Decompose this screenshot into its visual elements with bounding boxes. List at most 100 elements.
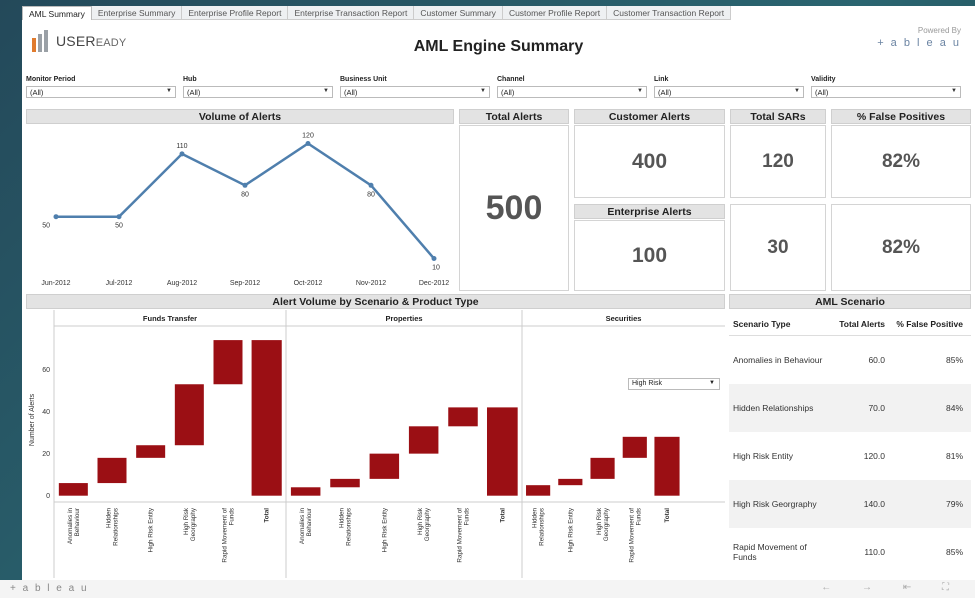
column-header: Total Alerts [839, 318, 885, 329]
filter-label: Hub [183, 76, 197, 83]
false-positives-enterprise-value: 82% [831, 204, 971, 291]
tab-enterprise-profile-report[interactable]: Enterprise Profile Report [182, 6, 289, 20]
tab-aml-summary[interactable]: AML Summary [22, 6, 92, 20]
tableau-footer-logo: + a b l e a u [10, 583, 89, 594]
x-category-label: Georgraphy [190, 507, 197, 541]
table-row: High Risk Georgraphy 140.0 79% [729, 480, 971, 528]
x-category-label: High Risk Entity [381, 507, 388, 552]
filter-link: Link (All) ▼ [654, 76, 804, 98]
scenario-type-cell: Hidden Relationships [733, 403, 814, 413]
x-category-label: High Risk [417, 507, 424, 535]
data-point [431, 256, 437, 262]
tab-customer-summary[interactable]: Customer Summary [414, 6, 503, 20]
scenario-type-cell: Rapid Movement of Funds [733, 542, 807, 562]
filter-bar: Monitor Period (All) ▼ Hub (All) ▼ Busines… [26, 76, 971, 104]
x-category-label: Hidden [532, 508, 539, 528]
false-positives-customer-value: 82% [831, 125, 971, 198]
x-tick-label: Sep-2012 [230, 280, 260, 287]
false-positive-cell: 81% [945, 451, 963, 461]
x-category-label: Anomalies in [299, 508, 306, 545]
x-tick-label: Nov-2012 [356, 280, 386, 287]
data-point [305, 140, 311, 146]
tab-bar: AML Summary Enterprise Summary Enterpris… [22, 6, 732, 20]
column-header: % False Positive [896, 318, 963, 329]
column-header: Scenario Type [733, 318, 791, 329]
x-category-label: High Risk [596, 507, 603, 535]
sars-enterprise-value: 30 [730, 204, 826, 291]
filter-dropdown[interactable]: (All) ▼ [26, 86, 176, 98]
y-tick-label: 20 [42, 451, 50, 458]
volume-of-alerts-title: Volume of Alerts [26, 109, 454, 124]
data-label: 50 [42, 223, 50, 230]
group-header-securities: Securities [606, 314, 642, 323]
powered-by-label: Powered By [917, 26, 961, 35]
tab-enterprise-summary[interactable]: Enterprise Summary [91, 6, 183, 20]
x-tick-label: Dec-2012 [419, 280, 449, 287]
scenario-bar [408, 426, 439, 454]
scenario-bar [558, 478, 583, 486]
scenario-chart-title: Alert Volume by Scenario & Product Type [26, 294, 725, 309]
data-label: 80 [367, 191, 375, 198]
x-category-label: Hidden [339, 508, 346, 528]
customer-alerts-value: 400 [574, 125, 725, 198]
data-label: 120 [302, 132, 314, 139]
caret-down-icon: ▼ [637, 88, 643, 94]
total-alerts-cell: 70.0 [868, 403, 885, 413]
x-category-label: Relationships [539, 508, 546, 546]
scenario-type-cell: High Risk Georgraphy [733, 499, 817, 509]
data-point [242, 182, 248, 188]
tableau-logo: + a b l e a u [877, 37, 961, 49]
tab-enterprise-transaction-report[interactable]: Enterprise Transaction Report [288, 6, 415, 20]
x-category-label: Rapid Movement of [628, 508, 635, 563]
filter-label: Monitor Period [26, 76, 76, 83]
x-tick-label: Aug-2012 [167, 280, 197, 287]
x-category-label: High Risk [183, 507, 190, 535]
tab-customer-transaction-report[interactable]: Customer Transaction Report [607, 6, 732, 20]
y-tick-label: 0 [46, 493, 50, 500]
scenario-bar [654, 436, 680, 496]
caret-down-icon: ▼ [951, 88, 957, 94]
filter-hub: Hub (All) ▼ [183, 76, 333, 98]
scenario-bar [448, 407, 478, 427]
data-label: 10 [432, 265, 440, 272]
scenario-bar [622, 436, 647, 458]
scenario-bar [330, 478, 360, 488]
filter-dropdown[interactable]: (All) ▼ [497, 86, 647, 98]
total-alerts-cell: 140.0 [863, 499, 885, 509]
filter-dropdown[interactable]: (All) ▼ [811, 86, 961, 98]
x-category-label: Total [264, 508, 271, 523]
caret-down-icon: ▼ [709, 380, 715, 386]
aml-scenario-title: AML Scenario [729, 294, 971, 309]
scenario-bar [486, 407, 518, 496]
filter-business-unit: Business Unit (All) ▼ [340, 76, 490, 98]
scenario-bar [58, 483, 88, 496]
filter-dropdown[interactable]: (All) ▼ [183, 86, 333, 98]
data-label: 110 [176, 143, 187, 150]
scenario-type-cell: Anomalies in Behaviour [733, 355, 823, 365]
y-tick-label: 60 [42, 367, 50, 374]
table-row: High Risk Entity 120.0 81% [729, 432, 971, 480]
filter-label: Channel [497, 76, 525, 83]
enterprise-alerts-value: 100 [574, 220, 725, 291]
tab-customer-profile-report[interactable]: Customer Profile Report [502, 6, 608, 20]
filter-label: Business Unit [340, 76, 387, 83]
filter-dropdown[interactable]: (All) ▼ [654, 86, 804, 98]
caret-down-icon: ▼ [480, 88, 486, 94]
group-header-properties: Properties [385, 314, 422, 323]
risk-level-dropdown[interactable]: High Risk ▼ [628, 378, 720, 390]
x-category-label: Hidden [106, 508, 113, 528]
footer-navigation[interactable]: ← → ⇤ ⛶ [821, 582, 963, 593]
filter-monitor-period: Monitor Period (All) ▼ [26, 76, 176, 98]
total-alerts-value: 500 [459, 125, 569, 291]
x-category-label: Rapid Movement of [457, 508, 464, 563]
data-label: 80 [241, 191, 249, 198]
filter-dropdown[interactable]: (All) ▼ [340, 86, 490, 98]
data-point [116, 214, 122, 220]
table-row: Rapid Movement of Funds 110.0 85% [729, 528, 971, 576]
total-alerts-cell: 60.0 [868, 355, 885, 365]
table-row: Hidden Relationships 70.0 84% [729, 384, 971, 432]
scenario-bar [526, 485, 551, 496]
filter-label: Validity [811, 76, 836, 83]
x-category-label: Anomalies in [67, 508, 74, 545]
filter-channel: Channel (All) ▼ [497, 76, 647, 98]
